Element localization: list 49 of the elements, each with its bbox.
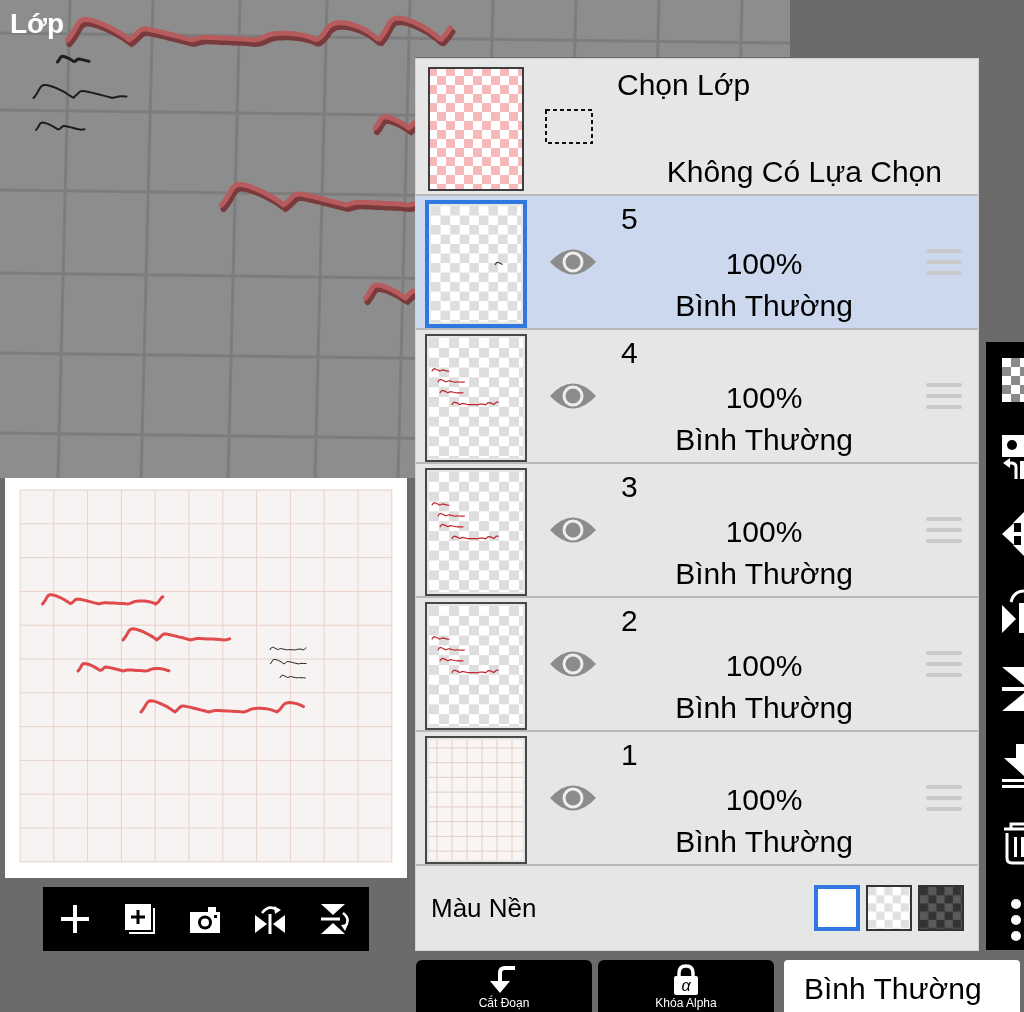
layer-thumbnail[interactable] [425,602,527,730]
drag-handle-icon[interactable] [926,516,962,544]
trash-icon[interactable] [1002,820,1024,865]
move-arrows-icon[interactable] [1002,512,1024,557]
layer-blend-mode: Bình Thường [675,690,853,726]
add-layer-icon[interactable] [123,902,157,936]
alpha-lock-button[interactable]: α Khóa Alpha [598,960,774,1012]
drag-handle-icon[interactable] [926,382,962,410]
image-import-icon[interactable] [1002,435,1024,480]
layer-name: 3 [621,469,638,505]
selection-status: Không Có Lựa Chọn [666,154,942,190]
panel-title: Lớp [10,7,65,41]
flip-vertical-icon[interactable] [1002,666,1024,711]
layer-blend-mode: Bình Thường [675,556,853,592]
swatch-icon[interactable] [866,885,912,931]
background-color-label: Màu Nền [431,892,537,924]
flip-vertical-icon[interactable] [318,902,352,936]
clipping-button[interactable]: Cắt Đoạn [416,960,592,1012]
lock-icon [673,964,699,995]
layer-opacity: 100% [725,648,803,684]
layer-blend-mode: Bình Thường [675,824,853,860]
selection-rectangle-icon [545,109,593,144]
layer-thumbnail[interactable] [425,200,527,328]
blend-mode-dropdown[interactable]: Bình Thường [784,960,1020,1012]
layer-opacity: 100% [725,514,803,550]
plus-icon[interactable] [58,902,92,936]
layer-opacity: 100% [725,246,803,282]
layer-name: 5 [621,201,638,237]
flip-horizontal-icon[interactable] [1002,589,1024,634]
layer-opacity: 100% [725,380,803,416]
swatch-icon[interactable] [814,885,860,931]
layer-thumbnail[interactable] [425,468,527,596]
layer-thumbnail[interactable] [425,334,527,462]
checker-icon[interactable] [1002,358,1024,402]
drag-handle-icon[interactable] [926,650,962,678]
layer-blend-mode: Bình Thường [675,422,853,458]
layer-name: 2 [621,603,638,639]
layer-name: 1 [621,737,638,773]
selection-layer-title: Chọn Lớp [617,67,751,103]
layer-name: 4 [621,335,638,371]
merge-down-icon[interactable] [1002,743,1024,788]
drag-handle-icon[interactable] [926,784,962,812]
layer-row[interactable]: 5 100% Bình Thường [416,196,978,330]
drag-handle-icon[interactable] [926,248,962,276]
layer-blend-mode: Bình Thường [675,288,853,324]
swatch-icon[interactable] [918,885,964,931]
alpha-symbol: α [680,977,692,994]
layer-opacity: 100% [725,782,803,818]
layer-thumbnail[interactable] [425,736,527,864]
